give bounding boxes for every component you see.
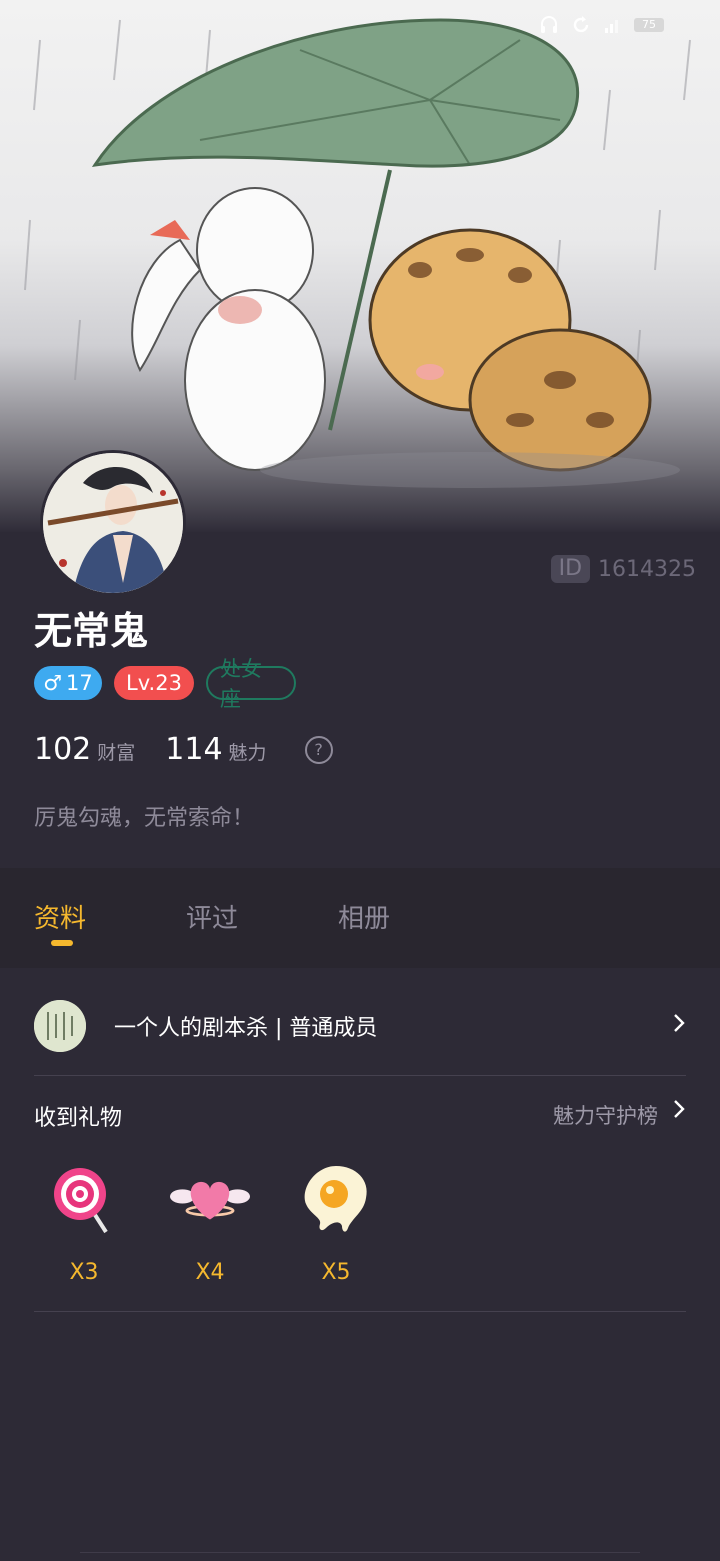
gift-count: X4 [195, 1260, 225, 1285]
id-badge: ID [550, 555, 591, 583]
active-tab-indicator [51, 940, 73, 946]
fried-egg-icon [296, 1160, 376, 1240]
gifts-title: 收到礼物 [34, 1106, 123, 1131]
chevron-right-icon[interactable] [672, 1098, 686, 1126]
charm-guardian-link[interactable]: 魅力守护榜 [553, 1100, 658, 1130]
status-bar: 75 [538, 14, 664, 36]
help-icon[interactable]: ? [304, 735, 333, 764]
divider [34, 1311, 686, 1312]
id-value: 1614325 [598, 556, 696, 582]
male-icon: ♂ [43, 671, 63, 695]
gift-count: X5 [321, 1260, 351, 1285]
user-id: ID 1614325 [550, 555, 696, 583]
sync-icon [570, 14, 592, 36]
winged-heart-icon [170, 1160, 250, 1240]
club-name: 一个人的剧本杀 | 普通成员 [114, 1016, 378, 1041]
gift-count: X3 [69, 1260, 99, 1285]
gift-item[interactable]: X4 [165, 1160, 255, 1285]
profile-badges: ♂ 17 Lv.23 处女座 [34, 657, 296, 711]
battery-level: 75 [634, 18, 664, 32]
avatar[interactable] [40, 450, 186, 596]
nickname: 无常鬼 [34, 609, 149, 653]
gifts-header: 收到礼物 魅力守护榜 [34, 1100, 686, 1132]
gift-item[interactable]: X3 [39, 1160, 129, 1285]
divider [34, 1075, 686, 1076]
zodiac-badge: 处女座 [206, 657, 296, 711]
wealth-value: 102 [34, 732, 92, 767]
profile-tabs: 资料 评过 相册 [0, 868, 720, 968]
charm-label: 魅力 [228, 742, 267, 764]
avatar-illustration [43, 453, 183, 593]
profile-stats: 102 财富 114 魅力 ? [34, 732, 333, 768]
gift-item[interactable]: X5 [291, 1160, 381, 1285]
wealth-label: 财富 [97, 742, 136, 764]
charm-value: 114 [165, 732, 223, 767]
bio-text: 厉鬼勾魂，无常索命！ [34, 806, 255, 831]
tab-profile[interactable]: 资料 [34, 898, 86, 935]
age-value: 17 [66, 671, 93, 695]
lollipop-icon [44, 1160, 124, 1240]
tab-reviews[interactable]: 评过 [186, 898, 238, 935]
chevron-right-icon [672, 1012, 686, 1040]
gender-age-badge: ♂ 17 [34, 666, 102, 700]
headphones-icon [538, 14, 560, 36]
club-row[interactable]: 一个人的剧本杀 | 普通成员 [34, 996, 686, 1056]
tab-album[interactable]: 相册 [338, 898, 390, 935]
level-badge: Lv.23 [114, 666, 194, 700]
club-avatar [34, 1000, 86, 1052]
signal-icon [602, 14, 624, 36]
